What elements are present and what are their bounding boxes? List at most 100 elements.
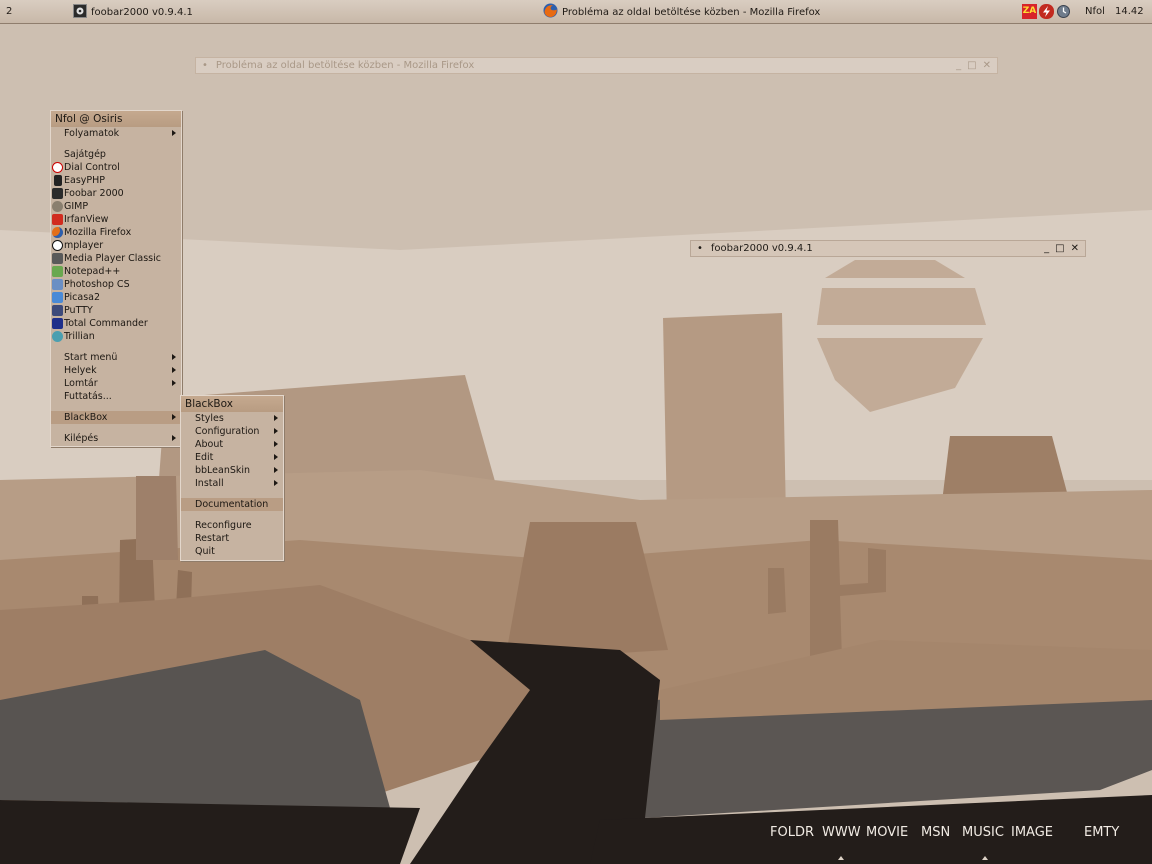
- submenu-arrow-icon: [274, 441, 278, 447]
- maximize-icon[interactable]: □: [967, 60, 976, 71]
- menu-item-label: Styles: [195, 413, 224, 424]
- menu-item-bbleanskin[interactable]: bbLeanSkin: [181, 464, 283, 477]
- zonealarm-icon[interactable]: ZA: [1022, 4, 1037, 19]
- menu-item-folyamatok[interactable]: Folyamatok: [51, 127, 181, 140]
- launcher-image[interactable]: IMAGE: [1011, 825, 1053, 840]
- firefox-window-titlebar[interactable]: • Probléma az oldal betöltése közben - M…: [195, 57, 998, 74]
- menu-item-lomtar[interactable]: Lomtár: [51, 377, 181, 390]
- close-icon[interactable]: ✕: [983, 60, 991, 71]
- submenu-arrow-icon: [274, 415, 278, 421]
- launcher-www[interactable]: WWW: [822, 825, 861, 840]
- media-player-classic-icon: [52, 253, 63, 264]
- menu-item-blackbox[interactable]: BlackBox: [51, 411, 181, 424]
- menu-item-label: Foobar 2000: [64, 188, 124, 199]
- menu-item-label: Media Player Classic: [64, 253, 161, 264]
- menu-item-label: Folyamatok: [64, 128, 120, 139]
- menu-item-label: PuTTY: [64, 305, 93, 316]
- window-menu-dot[interactable]: •: [697, 243, 703, 254]
- menu-item-install[interactable]: Install: [181, 477, 283, 490]
- window-title: foobar2000 v0.9.4.1: [710, 243, 813, 254]
- minimize-icon[interactable]: _: [956, 60, 961, 71]
- menu-item-notepadpp[interactable]: Notepad++: [51, 265, 181, 278]
- menu-item-photoshop[interactable]: Photoshop CS: [51, 278, 181, 291]
- menu-item-about[interactable]: About: [181, 438, 283, 451]
- menu-item-configuration[interactable]: Configuration: [181, 425, 283, 438]
- root-menu: Nfol @ Osiris Folyamatok Sajátgép Dial C…: [50, 110, 182, 447]
- easyphp-icon: [54, 175, 62, 186]
- menu-item-edit[interactable]: Edit: [181, 451, 283, 464]
- menu-item-dial-control[interactable]: Dial Control: [51, 161, 181, 174]
- menu-item-label: Configuration: [195, 426, 260, 437]
- foobar-icon: [73, 3, 87, 21]
- menu-item-mplayer[interactable]: mplayer: [51, 239, 181, 252]
- launcher-emty[interactable]: EMTY: [1084, 825, 1119, 840]
- maximize-icon[interactable]: □: [1055, 243, 1064, 254]
- gimp-icon: [52, 201, 63, 212]
- menu-item-quit[interactable]: Quit: [181, 545, 283, 558]
- window-menu-dot[interactable]: •: [202, 60, 208, 71]
- submenu-arrow-icon: [172, 367, 176, 373]
- mplayer-icon: [52, 240, 63, 251]
- menu-item-label: Picasa2: [64, 292, 101, 303]
- submenu-arrow-icon: [274, 480, 278, 486]
- notepadpp-icon: [52, 266, 63, 277]
- menu-item-styles[interactable]: Styles: [181, 412, 283, 425]
- foobar-icon: [52, 188, 63, 199]
- menu-item-helyek[interactable]: Helyek: [51, 364, 181, 377]
- task-button-firefox[interactable]: Probléma az oldal betöltése közben - Moz…: [543, 3, 821, 21]
- menu-item-label: BlackBox: [64, 412, 108, 423]
- menu-item-kilepes[interactable]: Kilépés: [51, 432, 181, 445]
- menu-item-reconfigure[interactable]: Reconfigure: [181, 519, 283, 532]
- workspace-indicator[interactable]: 2: [6, 6, 12, 17]
- system-tray: ZA: [1022, 4, 1071, 19]
- menu-item-firefox[interactable]: Mozilla Firefox: [51, 226, 181, 239]
- firefox-icon: [543, 3, 558, 21]
- photoshop-icon: [52, 279, 63, 290]
- launcher-movie[interactable]: MOVIE: [866, 825, 908, 840]
- putty-icon: [52, 305, 63, 316]
- clock-icon[interactable]: [1056, 4, 1071, 19]
- task-label: Probléma az oldal betöltése közben - Moz…: [562, 6, 821, 18]
- launcher-music[interactable]: MUSIC: [962, 825, 1004, 840]
- submenu-arrow-icon: [172, 414, 176, 420]
- menu-item-label: Quit: [195, 546, 215, 557]
- launcher-foldr[interactable]: FOLDR: [770, 825, 814, 840]
- menu-item-foobar[interactable]: Foobar 2000: [51, 187, 181, 200]
- launcher-active-marker: [982, 856, 988, 860]
- menu-item-label: Start menü: [64, 352, 118, 363]
- menu-title: BlackBox: [181, 396, 283, 412]
- taskbar: 2 foobar2000 v0.9.4.1 Probléma az oldal …: [0, 0, 1152, 24]
- menu-item-label: Trillian: [64, 331, 95, 342]
- menu-item-irfanview[interactable]: IrfanView: [51, 213, 181, 226]
- menu-item-putty[interactable]: PuTTY: [51, 304, 181, 317]
- menu-item-picasa[interactable]: Picasa2: [51, 291, 181, 304]
- menu-item-documentation[interactable]: Documentation: [181, 498, 283, 511]
- minimize-icon[interactable]: _: [1044, 243, 1049, 254]
- flash-icon[interactable]: [1039, 4, 1054, 19]
- menu-item-futtatas[interactable]: Futtatás...: [51, 390, 181, 403]
- launcher-active-marker: [838, 856, 844, 860]
- menu-item-label: Mozilla Firefox: [64, 227, 132, 238]
- task-button-foobar[interactable]: foobar2000 v0.9.4.1: [73, 3, 193, 21]
- menu-item-label: EasyPHP: [64, 175, 105, 186]
- clock-time[interactable]: 14.42: [1115, 6, 1144, 17]
- launcher-msn[interactable]: MSN: [921, 825, 950, 840]
- submenu-arrow-icon: [274, 428, 278, 434]
- submenu-arrow-icon: [274, 467, 278, 473]
- menu-item-trillian[interactable]: Trillian: [51, 330, 181, 343]
- menu-item-start-menu[interactable]: Start menü: [51, 351, 181, 364]
- submenu-arrow-icon: [274, 454, 278, 460]
- menu-item-restart[interactable]: Restart: [181, 532, 283, 545]
- window-title: Probléma az oldal betöltése közben - Moz…: [215, 60, 475, 71]
- menu-item-label: Lomtár: [64, 378, 98, 389]
- menu-item-media-player-classic[interactable]: Media Player Classic: [51, 252, 181, 265]
- menu-item-easyphp[interactable]: EasyPHP: [51, 174, 181, 187]
- menu-item-total-commander[interactable]: Total Commander: [51, 317, 181, 330]
- close-icon[interactable]: ✕: [1071, 243, 1079, 254]
- menu-item-label: Helyek: [64, 365, 97, 376]
- menu-item-sajatgep[interactable]: Sajátgép: [51, 148, 181, 161]
- foobar-window-titlebar[interactable]: • foobar2000 v0.9.4.1 _ □ ✕: [690, 240, 1086, 257]
- menu-item-label: bbLeanSkin: [195, 465, 251, 476]
- task-label: foobar2000 v0.9.4.1: [91, 6, 193, 18]
- menu-item-gimp[interactable]: GIMP: [51, 200, 181, 213]
